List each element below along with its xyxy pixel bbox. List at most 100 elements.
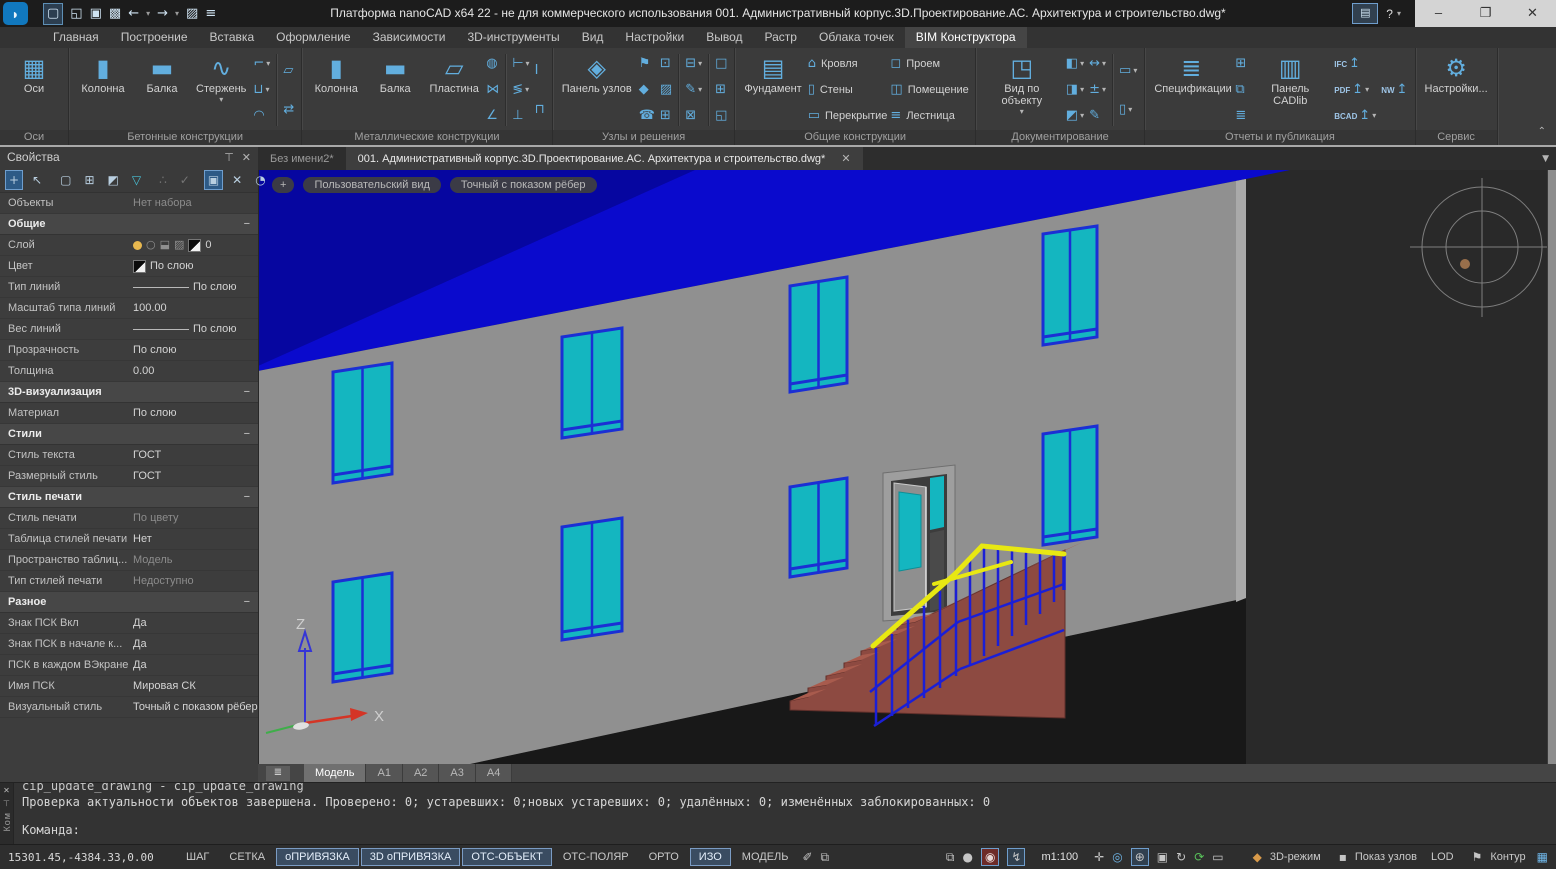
property-section-header[interactable]: Общие−	[0, 214, 258, 235]
monitor-icon[interactable]: ▭	[1212, 849, 1223, 865]
node-person-icon[interactable]: ◆	[638, 81, 656, 99]
status-toggle[interactable]: ОТС-ОБЪЕКТ	[462, 848, 551, 866]
bulb-glyph-icon[interactable]: ●	[962, 849, 972, 865]
ribbon-tab-item[interactable]: Вид	[571, 27, 615, 48]
property-value[interactable]: По цвету	[128, 508, 258, 528]
close-tab-icon[interactable]: ✕	[841, 152, 850, 165]
property-value[interactable]: ГОСТ	[128, 466, 258, 486]
ribbon-tab-item[interactable]: Облака точек	[808, 27, 905, 48]
command-history[interactable]: cip_update_drawing - cip_update_drawingП…	[14, 783, 1556, 845]
ribbon-button[interactable]: ◻Проем	[890, 53, 968, 75]
layer-on-bulb-icon[interactable]	[133, 241, 142, 250]
help-button[interactable]: ?	[1386, 7, 1393, 21]
select-cycle-icon[interactable]: ⧉	[946, 849, 955, 865]
select-ok-icon[interactable]: ✓	[176, 170, 194, 190]
ifc-export-icon[interactable]: IFC↥	[1333, 55, 1377, 73]
notify-icon[interactable]: ◉	[981, 848, 999, 866]
ribbon-button[interactable]: ∿Стержень▾	[193, 50, 249, 130]
nanocad-logo-icon[interactable]: ◗	[3, 2, 28, 25]
clear-selection-icon[interactable]: ✕	[228, 170, 246, 190]
channel-beam-icon[interactable]: ⊔▾	[252, 81, 271, 99]
ribbon-button[interactable]: ⚙Настройки...	[1422, 50, 1491, 130]
ribbon-button[interactable]: ▮Колонна	[75, 50, 131, 130]
collapse-icon[interactable]: −	[244, 487, 250, 507]
section-view-icon[interactable]: ◧▾	[1065, 55, 1085, 73]
dynamic-ucs-icon[interactable]: ↯	[1007, 848, 1025, 866]
detail-sketch-icon[interactable]: ✎▾	[684, 81, 703, 99]
steel-weld-icon[interactable]: ⋈	[485, 81, 500, 99]
detail-010-icon[interactable]: ⊟▾	[684, 55, 703, 73]
document-tab[interactable]: Без имени2*	[258, 147, 346, 170]
zoom-window-icon[interactable]: ⊕	[1131, 848, 1149, 866]
markup-icon[interactable]: ✎	[1088, 107, 1107, 125]
select-crossing-icon[interactable]: ⊞	[80, 170, 98, 190]
ribbon-tab-item[interactable]: Главная	[42, 27, 110, 48]
command-window[interactable]: ✕ ⊤ Ком cip_update_drawing - cip_update_…	[0, 782, 1556, 845]
steel-profile-icon[interactable]: ∠	[485, 107, 500, 125]
dim-chain-icon[interactable]: ↔▾	[1088, 55, 1107, 73]
axon-view-icon[interactable]: ◨▾	[1065, 81, 1085, 99]
print-icon[interactable]: ▨	[186, 4, 198, 24]
save-icon[interactable]: ▣	[90, 4, 102, 24]
caret-down-icon[interactable]: ▾	[175, 4, 179, 24]
property-value[interactable]: Нет	[128, 529, 258, 549]
property-value[interactable]: 100.00	[128, 298, 258, 318]
beam-split-icon[interactable]: ⊢▾	[511, 55, 530, 73]
screen-icon[interactable]: ▦	[1537, 849, 1548, 865]
ribbon-tab-item[interactable]: Построение	[110, 27, 199, 48]
property-section-header[interactable]: Разное−	[0, 592, 258, 613]
frame-inner-icon[interactable]: ◱	[714, 107, 728, 125]
viewport-plus-badge[interactable]: +	[272, 177, 294, 193]
property-value[interactable]: По слою	[128, 277, 258, 297]
command-panel-tab[interactable]: ✕ ⊤ Ком	[0, 783, 14, 845]
property-value[interactable]: 0.00	[128, 361, 258, 381]
orbit-icon[interactable]: ↻	[1176, 849, 1186, 865]
ribbon-button[interactable]: ◳Вид по объекту▾	[982, 50, 1062, 130]
pdf-export-icon[interactable]: PDF↥▾	[1333, 81, 1377, 99]
ribbon-tab-item[interactable]: Вывод	[695, 27, 753, 48]
tab-list-caret-icon[interactable]: ▼	[1542, 154, 1549, 164]
flip-beam-icon[interactable]: ⇄	[282, 101, 295, 119]
property-value[interactable]: По слою	[128, 319, 258, 339]
status-toggle[interactable]: ОРТО	[640, 848, 688, 866]
layout-tab[interactable]: А4	[476, 764, 512, 783]
property-value[interactable]: Да	[128, 613, 258, 633]
property-value[interactable]: ГОСТ	[128, 445, 258, 465]
collapse-icon[interactable]: −	[244, 214, 250, 234]
tablet-icon[interactable]: ⧉	[821, 849, 830, 865]
scale-indicator[interactable]: m1:100	[1041, 851, 1078, 863]
refresh-icon[interactable]: ⟳	[1194, 849, 1204, 865]
ribbon-button[interactable]: ▱Пластина	[426, 50, 482, 130]
keyboard-icon[interactable]: ▤	[1352, 3, 1378, 24]
bcad-export-icon[interactable]: BCAD↥▾	[1333, 107, 1377, 125]
ribbon-button[interactable]: ▤Фундамент	[741, 50, 804, 130]
property-section-header[interactable]: Стили−	[0, 424, 258, 445]
ribbon-button[interactable]: ≡Лестница	[890, 105, 968, 127]
layout-tab[interactable]: Модель	[304, 764, 366, 783]
ribbon-tab-item[interactable]: Растр	[754, 27, 808, 48]
overflow-icon[interactable]: ≡	[205, 4, 216, 24]
property-section-header[interactable]: Стиль печати−	[0, 487, 258, 508]
property-value[interactable]: Мировая СК	[128, 676, 258, 696]
ribbon-button[interactable]: ◈Панель узлов	[559, 50, 635, 130]
frame-add-icon[interactable]: ⊞	[714, 81, 728, 99]
node-flag-icon[interactable]: ⚑	[638, 55, 656, 73]
document-tab[interactable]: 001. Административный корпус.3D.Проектир…	[346, 147, 863, 170]
layer-freeze-icon[interactable]: ○	[146, 235, 156, 255]
close-button[interactable]: ✕	[1509, 0, 1556, 27]
table-link-icon[interactable]: ⊞	[1234, 55, 1247, 73]
ribbon-tab-item[interactable]: 3D-инструменты	[456, 27, 570, 48]
ribbon-button[interactable]: ▮Колонна	[308, 50, 364, 130]
ribbon-tab-item[interactable]: Вставка	[199, 27, 266, 48]
status-mode-LOD[interactable]: LOD	[1431, 851, 1454, 863]
ribbon-button[interactable]: ▥Панель CADlib	[1250, 50, 1330, 130]
annotate-icon[interactable]: ✐	[802, 849, 812, 865]
ribbon-button[interactable]: ≣Спецификации	[1151, 50, 1231, 130]
status-toggle[interactable]: оПРИВЯЗКА	[276, 848, 359, 866]
beam-saddle-icon[interactable]: ⊓	[534, 101, 546, 119]
property-value[interactable]: По слою	[128, 340, 258, 360]
layout-tab[interactable]: А3	[439, 764, 475, 783]
property-value[interactable]: Недоступно	[128, 571, 258, 591]
steel-node-icon[interactable]: ◍	[485, 55, 500, 73]
layer-lock-icon[interactable]: ⬓	[160, 235, 170, 255]
